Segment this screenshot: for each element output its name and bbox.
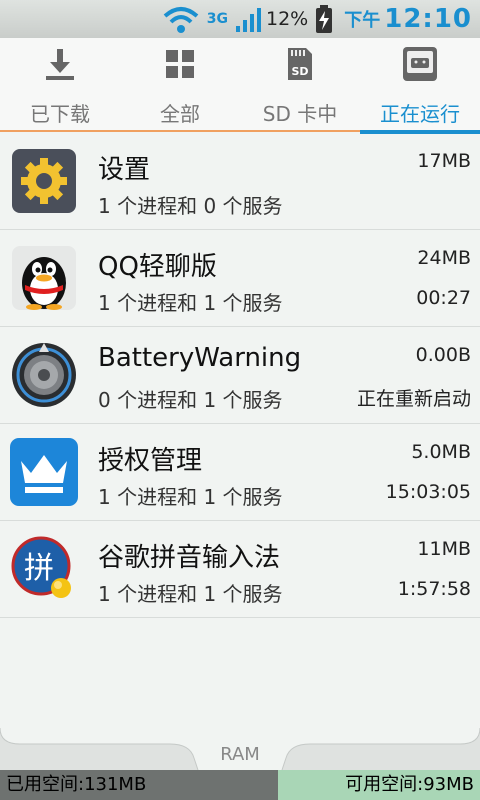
app-name: 授权管理 (98, 446, 203, 476)
process-info: 1 个进程和 1 个服务 (98, 485, 283, 509)
memory-size: 17MB (417, 150, 471, 172)
settings-gear-icon (9, 146, 79, 216)
tab-running[interactable]: 正在运行 (360, 38, 480, 134)
memory-size: 24MB (417, 247, 471, 269)
app-name: 谷歌拼音输入法 (98, 543, 281, 573)
svg-text:SD: SD (291, 65, 308, 78)
used-space: 已用空间:131MB (0, 770, 278, 800)
tab-all[interactable]: 全部 (120, 38, 240, 132)
list-item[interactable]: 授权管理 1 个进程和 1 个服务 5.0MB 15:03:05 (0, 424, 480, 521)
grid-icon (160, 44, 200, 84)
tab-label: SD 卡中 (262, 102, 338, 126)
tab-label: 已下载 (30, 102, 90, 126)
app-name: QQ轻聊版 (98, 252, 217, 282)
tab-divider (0, 130, 360, 132)
memory-size: 0.00B (415, 344, 471, 366)
pinyin-input-icon: 拼 (9, 534, 79, 604)
network-type-label: 3G (206, 11, 228, 27)
process-info: 1 个进程和 1 个服务 (98, 291, 283, 315)
run-time: 15:03:05 (385, 481, 471, 503)
memory-size: 5.0MB (411, 441, 471, 463)
crown-icon (9, 437, 79, 507)
process-info: 1 个进程和 1 个服务 (98, 582, 283, 606)
tab-label: 正在运行 (380, 102, 460, 126)
app-name: 设置 (98, 155, 151, 185)
battery-percent: 12% (266, 8, 309, 30)
app-name: BatteryWarning (98, 343, 302, 373)
tab-sd-card[interactable]: SD SD 卡中 (240, 38, 360, 132)
tab-downloaded[interactable]: 已下载 (0, 38, 120, 132)
list-item[interactable]: 设置 1 个进程和 0 个服务 17MB (0, 133, 480, 230)
svg-text:拼: 拼 (24, 551, 54, 586)
free-space: 可用空间:93MB (278, 770, 480, 800)
memory-size: 11MB (417, 538, 471, 560)
running-app-list: 设置 1 个进程和 0 个服务 17MB QQ轻聊版 1 个进程和 1 个服务 … (0, 133, 480, 618)
sd-card-icon: SD (280, 44, 320, 84)
time-prefix: 下午 (344, 10, 381, 31)
running-apps-icon (400, 44, 440, 84)
tab-label: 全部 (160, 102, 200, 126)
qq-penguin-icon (9, 243, 79, 313)
process-info: 0 个进程和 1 个服务 (98, 388, 283, 412)
list-item[interactable]: BatteryWarning 0 个进程和 1 个服务 0.00B 正在重新启动 (0, 327, 480, 424)
wifi-icon (161, 4, 201, 34)
run-status: 正在重新启动 (356, 388, 471, 410)
signal-icon (234, 4, 264, 34)
list-item[interactable]: QQ轻聊版 1 个进程和 1 个服务 24MB 00:27 (0, 230, 480, 327)
battery-warning-icon (9, 340, 79, 410)
clock: 12:10 (384, 4, 472, 34)
storage-bar: 已用空间:131MB 可用空间:93MB (0, 770, 480, 800)
process-info: 1 个进程和 0 个服务 (98, 194, 283, 218)
run-time: 1:57:58 (397, 578, 471, 600)
run-time: 00:27 (416, 287, 471, 309)
status-bar: 3G 12% 下午 12:10 (0, 0, 480, 38)
ram-label: RAM (220, 744, 260, 765)
list-item[interactable]: 拼 谷歌拼音输入法 1 个进程和 1 个服务 11MB 1:57:58 (0, 521, 480, 618)
tab-bar: 已下载 全部 SD SD 卡中 正在运行 (0, 38, 480, 134)
download-icon (40, 44, 80, 84)
battery-charging-icon (314, 4, 334, 34)
